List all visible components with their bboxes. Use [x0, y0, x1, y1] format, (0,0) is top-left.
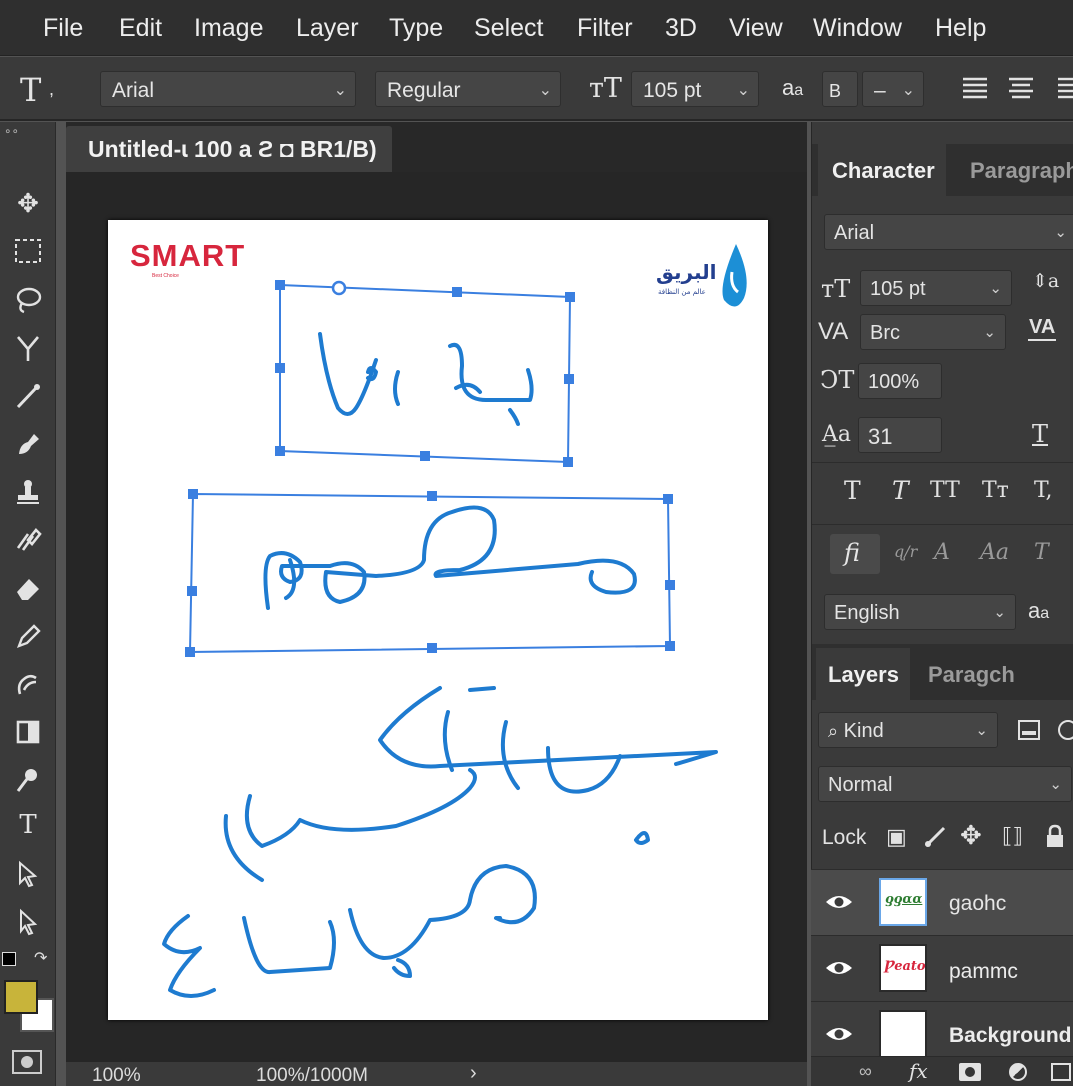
layer-name[interactable]: gaohc: [949, 892, 1006, 916]
tracking-icon: VA: [1028, 316, 1057, 341]
all-caps-button[interactable]: TT: [930, 478, 960, 503]
leading-icon: ⇕a: [1032, 270, 1060, 292]
tab-layers[interactable]: Layers: [828, 662, 899, 688]
layers-footer: ∞ fx: [811, 1056, 1073, 1086]
lock-artboard-icon[interactable]: ⟦⟧: [1002, 824, 1023, 849]
vertical-scale-icon: ↃT: [820, 366, 855, 394]
search-icon: ⌕: [828, 721, 839, 741]
faux-bold-button[interactable]: T: [844, 476, 861, 505]
document-info[interactable]: 100%/1000M: [256, 1065, 368, 1086]
kerning-select[interactable]: Brc ⌄: [860, 314, 1006, 350]
layer-thumbnail-text: ƍƍɑɑ: [885, 892, 923, 907]
transform-box-2[interactable]: [185, 489, 675, 657]
kerning-icon: VA: [818, 318, 849, 345]
chevron-down-icon: ⌄: [975, 722, 988, 739]
chevron-down-icon: ⌄: [989, 280, 1002, 297]
handwritten-word-3: [223, 686, 718, 882]
rotate-handle-icon: [331, 280, 347, 296]
lock-brush-icon[interactable]: [922, 824, 948, 850]
blend-mode-value: Normal: [828, 774, 893, 796]
stylistic-alternates-button[interactable]: Aa: [980, 540, 1009, 565]
eye-icon[interactable]: [825, 1024, 853, 1044]
divider: [812, 462, 1073, 463]
layer-row[interactable]: ƍƍɑɑ gaohc: [811, 869, 1073, 935]
language-value: English: [834, 602, 900, 624]
chevron-down-icon: ⌄: [1049, 776, 1062, 793]
language-select[interactable]: English ⌄: [824, 594, 1016, 630]
chevron-down-icon: ⌄: [1054, 224, 1067, 241]
small-caps-button[interactable]: Tт: [982, 478, 1009, 503]
eye-icon[interactable]: [825, 958, 853, 978]
character-font-family-value: Arial: [834, 222, 875, 244]
lock-all-icon[interactable]: [1044, 824, 1066, 848]
superscript-button[interactable]: T,: [1034, 478, 1052, 503]
photoshop-window: File Edit Image Layer Type Select Filter…: [0, 0, 1073, 1086]
chevron-down-icon: ⌄: [983, 324, 996, 341]
new-group-icon[interactable]: [1051, 1063, 1071, 1081]
swash-button[interactable]: A: [934, 540, 950, 565]
status-bar: 100% 100%/1000M ›: [66, 1062, 807, 1086]
blend-mode-select[interactable]: Normal ⌄: [818, 766, 1072, 802]
tab-character[interactable]: Character: [832, 158, 935, 184]
tab-paragraph[interactable]: Paragraph: [970, 158, 1073, 184]
chevron-down-icon: ⌄: [993, 604, 1006, 621]
titling-alternates-button[interactable]: T: [1034, 540, 1049, 565]
eye-icon[interactable]: [825, 892, 853, 912]
baseline-shift-field[interactable]: 31: [858, 417, 942, 453]
old-style-button[interactable]: ɋ/r: [894, 542, 917, 561]
status-menu-chevron-icon[interactable]: ›: [470, 1062, 477, 1085]
filter-adjustment-icon[interactable]: [1058, 720, 1073, 740]
faux-italic-button[interactable]: T: [892, 476, 909, 505]
tab-paragraph-layers[interactable]: Paragch: [928, 662, 1015, 688]
layer-thumbnail: [879, 1010, 927, 1058]
handwritten-word-4: [162, 864, 537, 998]
layer-thumbnail: ƍƍɑɑ: [879, 878, 927, 926]
layer-thumbnail-text: Ƿeato: [884, 959, 926, 974]
vertical-scale-value: 100%: [868, 371, 920, 393]
layer-thumbnail: Ƿeato: [879, 944, 927, 992]
link-layers-icon[interactable]: ∞: [859, 1061, 872, 1082]
ligatures-button[interactable]: fi: [830, 534, 880, 574]
baseline-shift-icon: A̲a: [822, 422, 852, 447]
layer-name[interactable]: pammc: [949, 960, 1018, 984]
layer-row[interactable]: Ƿeato pammc: [811, 935, 1073, 1001]
color-icon[interactable]: T: [1032, 420, 1048, 448]
filter-pixel-layer-icon[interactable]: [1018, 720, 1040, 740]
vertical-scale-field[interactable]: 100%: [858, 363, 942, 399]
handwritten-word-1: [318, 332, 534, 426]
layer-mask-icon[interactable]: [959, 1063, 981, 1081]
adjustment-layer-icon[interactable]: [1009, 1063, 1027, 1081]
divider: [812, 524, 1073, 525]
anti-alias-icon: aa: [1028, 598, 1050, 623]
font-size-icon: ᴛT: [821, 275, 851, 303]
character-font-size-select[interactable]: 105 pt ⌄: [860, 270, 1012, 306]
layer-filter-select[interactable]: ⌕ Kind ⌄: [818, 712, 998, 748]
lock-transparent-icon[interactable]: ▣: [886, 824, 907, 850]
zoom-level[interactable]: 100%: [92, 1065, 141, 1086]
character-font-family-select[interactable]: Arial ⌄: [824, 214, 1073, 250]
baseline-shift-value: 31: [868, 424, 893, 449]
ligatures-icon: fi: [844, 539, 861, 567]
layer-name[interactable]: Background: [949, 1024, 1072, 1048]
handwritten-word-2: [263, 505, 637, 610]
layer-filter-value: Kind: [843, 720, 884, 742]
lock-position-icon[interactable]: ✥: [960, 820, 982, 851]
layer-style-icon[interactable]: fx: [909, 1059, 928, 1083]
lock-label: Lock: [822, 826, 867, 849]
character-font-size-value: 105 pt: [870, 278, 926, 300]
kerning-value: Brc: [870, 322, 900, 344]
